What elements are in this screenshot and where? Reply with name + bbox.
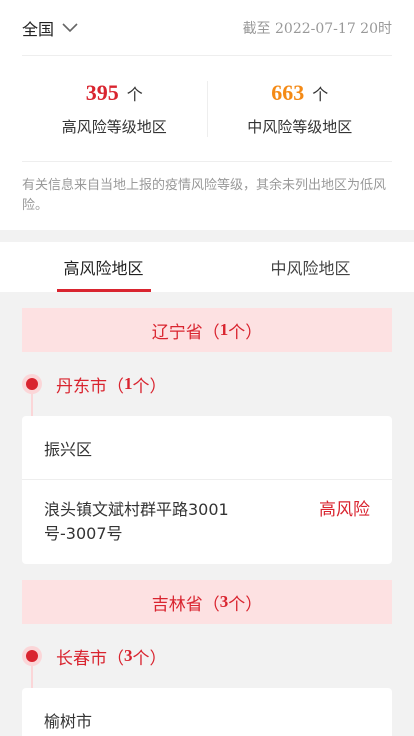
high-risk-unit: 个 (126, 85, 143, 104)
area-risk-level: 高风险 (319, 500, 370, 520)
timeline-line (31, 392, 33, 416)
city-header[interactable]: 丹东市 （ 1 个） (22, 352, 392, 416)
high-risk-stat: 395 个 高风险等级地区 (22, 80, 207, 137)
district-card: 榆树市 (22, 688, 392, 736)
province-count-unit: 个） (228, 322, 263, 343)
tab-mid-risk[interactable]: 中风险地区 (207, 242, 414, 292)
mid-risk-count: 663 (271, 80, 305, 105)
city-count: 1 (124, 374, 133, 393)
mid-risk-stat: 663 个 中风险等级地区 (208, 80, 393, 137)
district-name: 榆树市 (22, 688, 392, 736)
chevron-down-icon (62, 20, 78, 36)
risk-areas-page: 全国 截至 2022-07-17 20时 395 个 高风险等级地区 663 个 (0, 0, 414, 736)
timeline-line (31, 664, 33, 688)
city-paren: （ (107, 648, 124, 669)
province-paren: （ (202, 322, 220, 343)
city-count: 3 (124, 646, 133, 665)
province-name: 吉林省 (151, 594, 203, 615)
province-paren: （ (202, 594, 220, 615)
city-count-unit: 个） (132, 648, 167, 669)
province-count-unit: 个） (228, 594, 263, 615)
province-header[interactable]: 辽宁省 （ 1 个） (22, 308, 392, 352)
district-name: 振兴区 (22, 416, 392, 480)
risk-tabs: 高风险地区 中风险地区 (0, 242, 414, 292)
area-row[interactable]: 浪头镇文斌村群平路3001号-3007号 高风险 (22, 480, 392, 564)
tab-high-risk[interactable]: 高风险地区 (0, 242, 207, 292)
city-name: 丹东市 (56, 376, 107, 397)
district-card: 振兴区 浪头镇文斌村群平路3001号-3007号 高风险 (22, 416, 392, 564)
city-count-unit: 个） (132, 376, 167, 397)
high-risk-label: 高风险等级地区 (61, 118, 167, 136)
city-header[interactable]: 长春市 （ 3 个） (22, 624, 392, 688)
top-bar: 全国 截至 2022-07-17 20时 (22, 0, 392, 56)
mid-risk-label: 中风险等级地区 (247, 118, 353, 136)
mid-risk-unit: 个 (312, 85, 329, 104)
timeline-dot-icon (26, 650, 38, 662)
summary-card: 全国 截至 2022-07-17 20时 395 个 高风险等级地区 663 个 (0, 0, 414, 230)
province-header[interactable]: 吉林省 （ 3 个） (22, 580, 392, 624)
risk-area-list: 辽宁省 （ 1 个） 丹东市 （ 1 个） 振兴区 浪头镇文斌村群平路3001号… (0, 292, 414, 736)
province-count: 1 (219, 320, 229, 339)
timeline-dot-icon (26, 378, 38, 390)
city-paren: （ (107, 376, 124, 397)
stats-row: 395 个 高风险等级地区 663 个 中风险等级地区 (22, 56, 392, 162)
province-count: 3 (219, 592, 229, 611)
high-risk-count: 395 (85, 80, 119, 105)
area-name: 浪头镇文斌村群平路3001号-3007号 (44, 500, 229, 543)
city-name: 长春市 (56, 648, 107, 669)
info-note: 有关信息来自当地上报的疫情风险等级，其余未列出地区为低风险。 (22, 178, 387, 213)
cutoff-time: 截至 2022-07-17 20时 (242, 20, 392, 37)
province-name: 辽宁省 (151, 322, 203, 343)
region-label: 全国 (22, 19, 55, 39)
region-selector[interactable]: 全国 (22, 16, 78, 40)
